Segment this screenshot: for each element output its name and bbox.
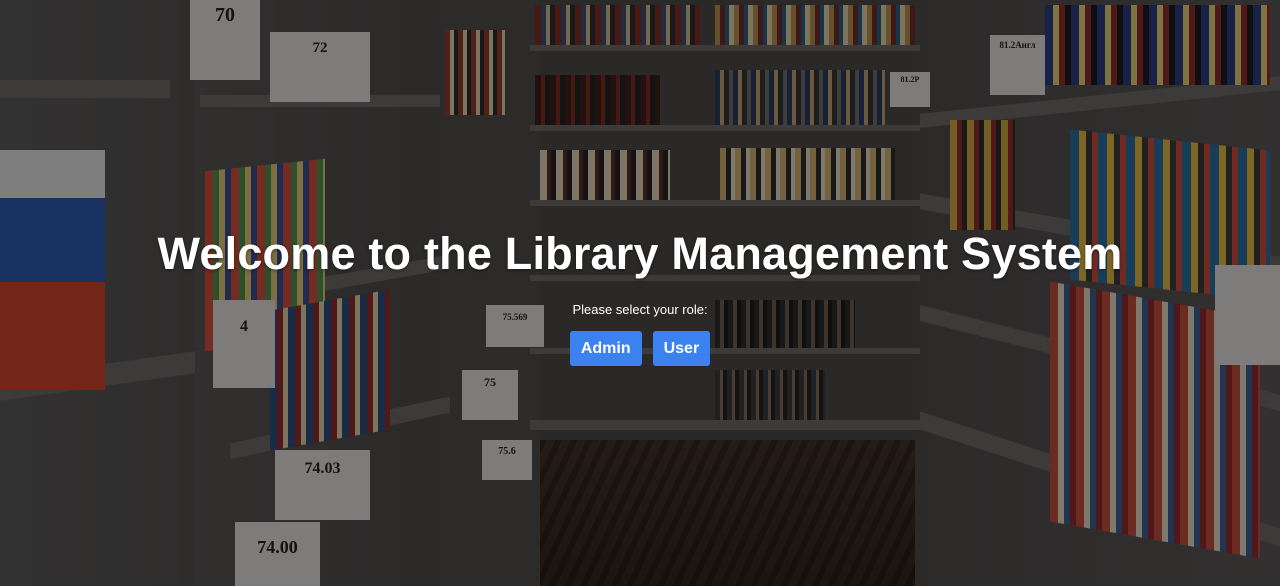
admin-button[interactable]: Admin — [569, 331, 642, 366]
role-buttons: Admin User — [569, 331, 711, 366]
user-button[interactable]: User — [652, 331, 711, 366]
page-title: Welcome to the Library Management System — [157, 228, 1123, 279]
welcome-panel: Welcome to the Library Management System… — [0, 0, 1280, 586]
role-prompt: Please select your role: — [572, 302, 708, 317]
app-root: 70 72 74.03 74.00 75 75.569 75.6 81.2Анг… — [0, 0, 1280, 586]
